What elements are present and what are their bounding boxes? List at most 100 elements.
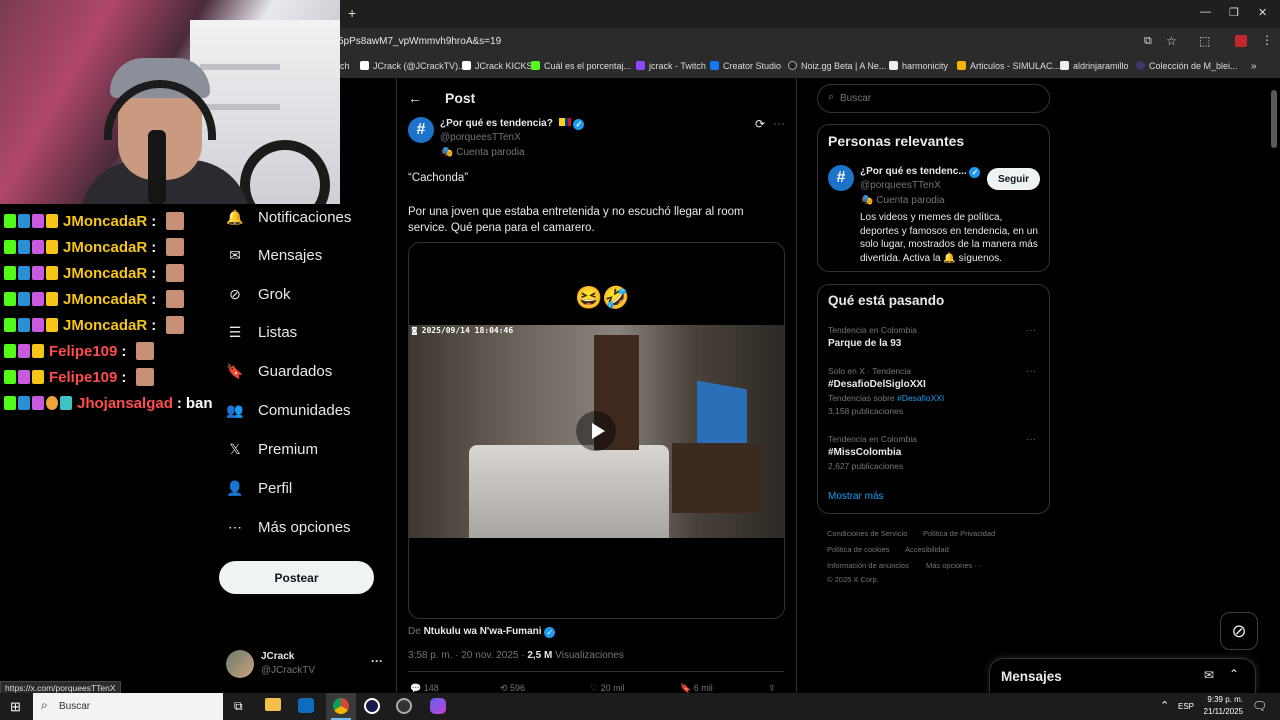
post-button[interactable]: Postear xyxy=(219,561,374,594)
verified-badge-icon: ✓ xyxy=(969,167,981,178)
star-icon[interactable]: ☆ xyxy=(1166,34,1177,48)
relevant-avatar[interactable]: # xyxy=(828,165,854,191)
footer-link[interactable]: Política de Privacidad xyxy=(923,529,995,538)
messages-drawer-title: Mensajes xyxy=(1001,669,1062,684)
bookmark[interactable]: harmonicity xyxy=(889,61,948,71)
clock-time[interactable]: 9:39 p. m. xyxy=(1203,695,1243,704)
url-field[interactable]: 5pPs8awM7_vpWmmvh9hroA&s=19 xyxy=(338,36,501,47)
post-video[interactable]: 😆🤣 ◙ 2025/09/14 18:04:46 xyxy=(408,242,785,619)
author-name[interactable]: ¿Por qué es tendencia? xyxy=(440,118,553,129)
close-window-icon[interactable]: ✕ xyxy=(1258,6,1267,19)
app-icon[interactable] xyxy=(364,698,380,714)
follow-button[interactable]: Seguir xyxy=(987,168,1040,190)
clock-date[interactable]: 21/11/2025 xyxy=(1198,707,1243,716)
show-more-link[interactable]: Mostrar más xyxy=(828,491,884,502)
windows-taskbar: ⊞ ⌕ Buscar ⧉ ⌃ ESP 9:39 p. m. 21/11/2025… xyxy=(0,693,1280,720)
new-tab-button[interactable]: + xyxy=(348,5,356,21)
messages-drawer[interactable]: Mensajes ✉ ⌃ xyxy=(989,658,1256,693)
nav-item-comunidades[interactable]: 👥 Comunidades xyxy=(226,396,350,424)
nav-item-guardados[interactable]: 🔖 Guardados xyxy=(226,357,332,385)
language-indicator[interactable]: ESP xyxy=(1178,702,1194,711)
footer-link[interactable]: Condiciones de Servicio xyxy=(827,529,907,538)
bookmark[interactable]: ch xyxy=(340,61,350,71)
account-more-icon[interactable]: ··· xyxy=(371,654,383,668)
author-avatar[interactable]: # xyxy=(408,117,434,143)
back-arrow-icon[interactable]: ← xyxy=(408,90,422,106)
nav-item-grok[interactable]: ⊘ Grok xyxy=(226,280,290,308)
verified-badge-icon: ✓ xyxy=(573,119,585,130)
search-input[interactable]: ⌕ Buscar xyxy=(817,84,1050,113)
bookmark-icon: 🔖 xyxy=(226,362,244,379)
tray-overflow-icon[interactable]: ⌃ xyxy=(1160,699,1169,712)
footer-link[interactable]: Política de cookies xyxy=(827,545,890,554)
chat-username[interactable]: Felipe109 xyxy=(49,343,117,360)
task-view-icon[interactable]: ⧉ xyxy=(234,699,243,714)
chat-username[interactable]: Felipe109 xyxy=(49,369,117,386)
chat-username[interactable]: JMoncadaR xyxy=(63,213,147,230)
bookmark[interactable]: aldrinjaramillo xyxy=(1060,61,1129,71)
trend-item[interactable]: Tendencia en Colombia #MissColombia 2,62… xyxy=(828,434,1043,471)
profile-icon[interactable] xyxy=(1235,35,1247,47)
post-time[interactable]: 3:58 p. m. · 20 nov. 2025 · xyxy=(408,650,525,661)
author-name-row[interactable]: ¿Por qué es tendencia? ✓ xyxy=(440,118,585,130)
bed-shape xyxy=(469,445,669,538)
mail-app-icon[interactable] xyxy=(298,698,314,713)
account-switcher[interactable]: JCrack @JCrackTV ··· xyxy=(226,648,386,688)
footer-link[interactable]: Más opciones ··· xyxy=(926,561,982,570)
extensions-icon[interactable]: ⬚ xyxy=(1199,34,1210,48)
bookmark[interactable]: Colección de M_blei... xyxy=(1136,61,1238,71)
minimize-icon[interactable]: — xyxy=(1200,6,1211,18)
play-button[interactable] xyxy=(576,411,616,451)
chat-username[interactable]: JMoncadaR xyxy=(63,265,147,282)
new-message-icon[interactable]: ✉ xyxy=(1204,668,1214,682)
bookmark[interactable]: jcrack - Twitch xyxy=(636,61,706,71)
chat-username[interactable]: JMoncadaR xyxy=(63,239,147,256)
nav-item-perfil[interactable]: 👤 Perfil xyxy=(226,474,292,502)
nav-item-mensajes[interactable]: ✉ Mensajes xyxy=(226,241,322,269)
video-frame[interactable]: ◙ 2025/09/14 18:04:46 xyxy=(409,325,784,538)
trend-more-icon[interactable]: ··· xyxy=(1026,325,1036,336)
grok-floating-icon[interactable]: ⊘ xyxy=(1220,612,1258,650)
nav-item-más-opciones[interactable]: ⋯ Más opciones xyxy=(226,513,351,541)
nav-item-premium[interactable]: 𝕏 Premium xyxy=(226,435,318,463)
trend-item[interactable]: Tendencia en Colombia Parque de la 93 ··… xyxy=(828,325,1043,349)
post-more-icon[interactable]: ··· xyxy=(773,116,785,130)
chat-username[interactable]: JMoncadaR xyxy=(63,317,147,334)
trend-more-icon[interactable]: ··· xyxy=(1026,366,1036,377)
page-favicon-icon xyxy=(1060,61,1069,70)
obs-icon[interactable] xyxy=(396,698,412,714)
windows-start-icon[interactable]: ⊞ xyxy=(10,699,21,715)
chat-username[interactable]: JMoncadaR xyxy=(63,291,147,308)
bookmark[interactable]: Articulos - SIMULAC... xyxy=(957,61,1060,71)
nav-item-listas[interactable]: ☰ Listas xyxy=(226,318,297,346)
source-author-link[interactable]: Ntukulu wa N'wa-Fumani xyxy=(424,626,542,637)
relevant-handle[interactable]: @porqueesTTenX xyxy=(860,180,941,191)
restore-icon[interactable]: ❐ xyxy=(1229,6,1239,19)
bookmark[interactable]: JCrack (@JCrackTV)... xyxy=(360,61,466,71)
bookmark[interactable]: Cuál es el porcentaj... xyxy=(531,61,631,71)
chrome-taskbar-button[interactable] xyxy=(326,693,356,720)
trend-related-link[interactable]: #DesafioXXI xyxy=(897,393,944,403)
footer-link[interactable]: Accesibilidad xyxy=(905,545,949,554)
grok-explain-icon[interactable]: ⟳ xyxy=(755,117,765,131)
relevant-name-row[interactable]: ¿Por qué es tendenc... ✓ xyxy=(860,166,981,178)
notifications-icon[interactable]: 🗨 xyxy=(1252,699,1267,713)
chat-username[interactable]: Jhojansalgad xyxy=(77,395,173,412)
file-explorer-icon[interactable] xyxy=(265,698,281,711)
bookmark[interactable]: Creator Studio xyxy=(710,61,781,71)
menu-kebab-icon[interactable]: ⋮ xyxy=(1261,33,1273,47)
trend-more-icon[interactable]: ··· xyxy=(1026,434,1036,445)
app-icon[interactable] xyxy=(430,698,446,714)
footer-link[interactable]: Información de anuncios xyxy=(827,561,909,570)
chat-separator: : xyxy=(151,238,157,256)
expand-up-icon[interactable]: ⌃ xyxy=(1229,667,1239,681)
bookmark[interactable]: JCrack KICKS xyxy=(462,61,533,71)
taskbar-search-input[interactable]: ⌕ Buscar xyxy=(33,693,223,720)
page-scrollbar[interactable] xyxy=(1271,90,1277,148)
nav-item-notificaciones[interactable]: 🔔 Notificaciones xyxy=(226,203,351,231)
trend-item[interactable]: Solo en X · Tendencia #DesafioDelSigloXX… xyxy=(828,366,1043,416)
install-app-icon[interactable]: ⧉ xyxy=(1144,35,1152,48)
bookmark[interactable]: Noiz.gg Beta | A Ne... xyxy=(788,61,886,71)
author-handle[interactable]: @porqueesTTenX xyxy=(440,132,521,143)
more-bookmarks-icon[interactable]: » xyxy=(1251,61,1257,72)
